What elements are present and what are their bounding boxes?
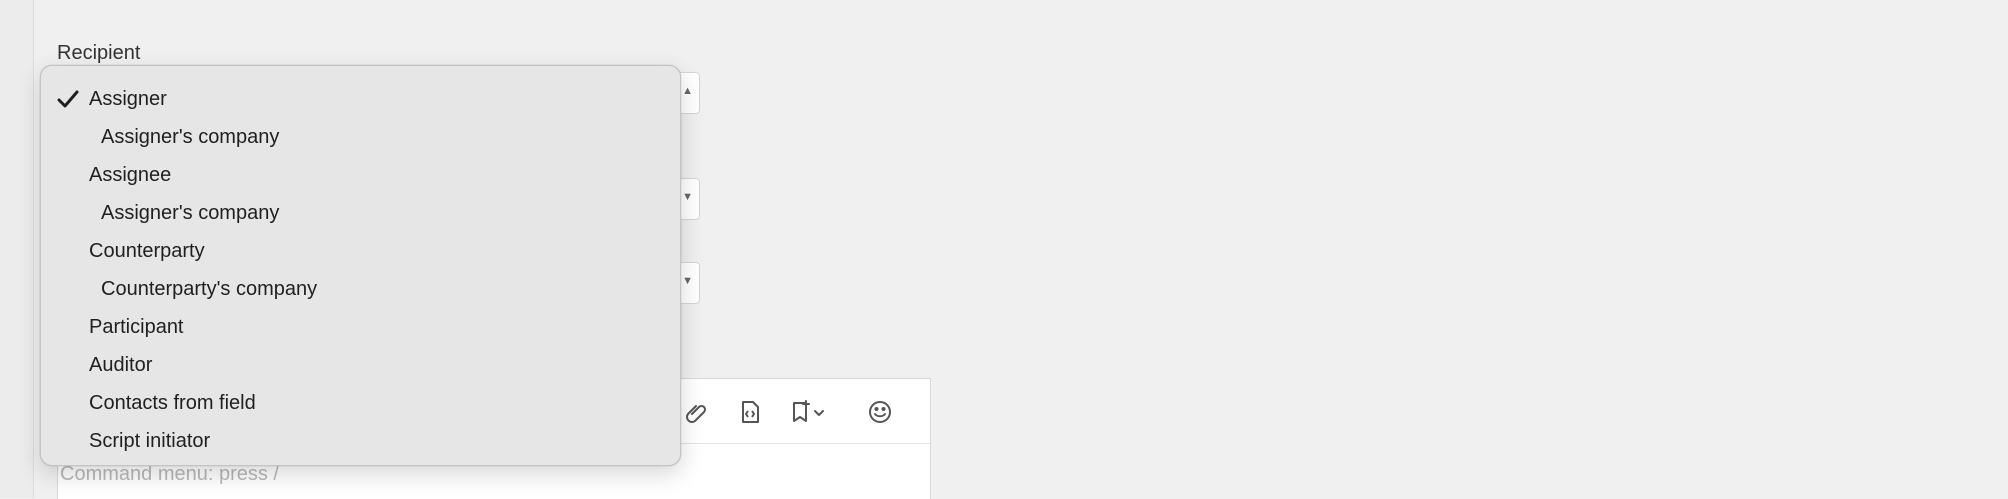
- menu-item-assignee-company[interactable]: Assigner's company: [41, 194, 680, 232]
- chevron-down-icon: ▼: [682, 275, 693, 287]
- menu-item-label: Contacts from field: [89, 392, 256, 414]
- menu-item-label: Counterparty's company: [101, 278, 318, 300]
- menu-item-label: Counterparty: [89, 240, 205, 262]
- menu-item-counterparty-company[interactable]: Counterparty's company: [41, 270, 680, 308]
- menu-item-participant[interactable]: Participant: [41, 308, 680, 346]
- menu-item-label: Assigner's company: [101, 202, 280, 224]
- menu-item-label: Script initiator: [89, 430, 211, 452]
- menu-item-label: Participant: [89, 316, 184, 338]
- bookmark-add-icon[interactable]: [788, 397, 834, 427]
- menu-item-assigners-company[interactable]: Assigner's company: [41, 118, 680, 156]
- left-rail: [0, 0, 34, 498]
- attachment-icon[interactable]: [681, 397, 711, 427]
- menu-item-assignee[interactable]: Assignee: [41, 156, 680, 194]
- menu-item-auditor[interactable]: Auditor: [41, 346, 680, 384]
- menu-item-counterparty[interactable]: Counterparty: [41, 232, 680, 270]
- chevron-up-icon: ▲: [682, 85, 693, 97]
- recipient-dropdown-menu: Assigner Assigner's company Assignee Ass…: [40, 65, 681, 466]
- chevron-down-icon: ▼: [682, 191, 693, 203]
- menu-item-label: Assigner: [89, 88, 167, 110]
- menu-item-label: Assignee: [89, 164, 172, 186]
- menu-item-label: Auditor: [89, 354, 153, 376]
- recipient-label: Recipient: [57, 42, 141, 64]
- checkmark-icon: [57, 90, 79, 108]
- menu-item-script-initiator[interactable]: Script initiator: [41, 422, 680, 460]
- emoji-icon[interactable]: [865, 397, 895, 427]
- menu-item-assigner[interactable]: Assigner: [41, 80, 680, 118]
- menu-item-label: Assigner's company: [101, 126, 280, 148]
- menu-item-contacts-from-field[interactable]: Contacts from field: [41, 384, 680, 422]
- code-block-icon[interactable]: [735, 397, 765, 427]
- editor-placeholder: Command menu: press /: [60, 463, 279, 485]
